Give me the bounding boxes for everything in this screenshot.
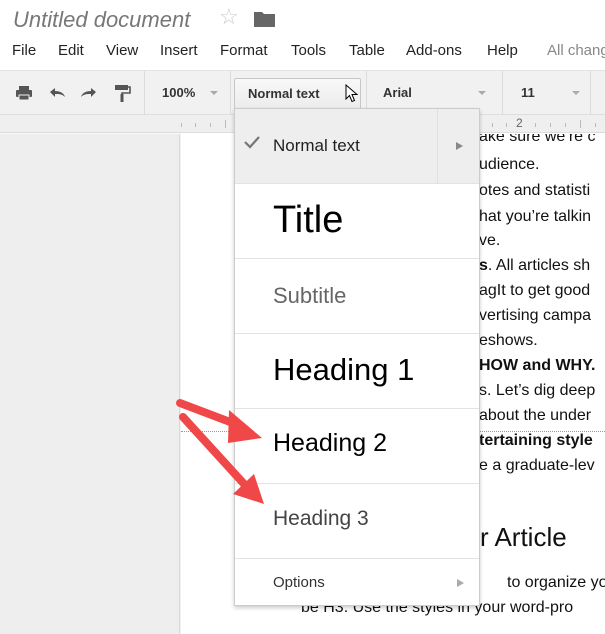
style-option-label: Options xyxy=(273,574,325,591)
ruler-tick xyxy=(580,120,581,128)
doc-text-line: about the under xyxy=(479,407,592,424)
style-option-label: Heading 3 xyxy=(273,507,369,530)
paragraph-style-select[interactable]: Normal text xyxy=(234,78,361,110)
doc-heading: r Article xyxy=(480,522,567,552)
check-icon xyxy=(244,136,260,149)
menu-format[interactable]: Format xyxy=(220,42,268,59)
paint-format-icon[interactable] xyxy=(112,83,132,103)
doc-text-line: to organize you xyxy=(507,574,605,591)
doc-text-line: HOW and WHY. xyxy=(479,357,596,374)
doc-text-line: ve. xyxy=(479,232,501,249)
style-option-label: Heading 1 xyxy=(273,352,415,387)
menu-file[interactable]: File xyxy=(12,42,36,59)
submenu-arrow-icon xyxy=(457,579,464,587)
style-option-label: Normal text xyxy=(273,136,360,155)
ruler-tick xyxy=(210,123,211,127)
style-option-label: Subtitle xyxy=(273,283,347,308)
style-option-label: Title xyxy=(273,199,344,241)
toolbar-divider xyxy=(144,71,145,115)
style-option-title[interactable]: Title xyxy=(235,184,479,259)
ruler-tick xyxy=(595,123,596,127)
paragraph-style-menu: Normal text Title Subtitle Heading 1 Hea… xyxy=(234,108,480,606)
menu-table[interactable]: Table xyxy=(349,42,385,59)
submenu-arrow-icon xyxy=(456,142,463,150)
zoom-dropdown-icon[interactable] xyxy=(210,91,218,95)
canvas-background xyxy=(0,134,180,634)
ruler-tick xyxy=(195,123,196,127)
ruler-tick xyxy=(535,123,536,127)
ruler-tick xyxy=(492,123,493,127)
menu-insert[interactable]: Insert xyxy=(160,42,198,59)
font-select[interactable]: Arial xyxy=(383,85,412,100)
doc-bold-text: s xyxy=(479,257,488,274)
ruler-tick xyxy=(225,120,226,128)
ruler-tick xyxy=(565,123,566,127)
doc-text-rest: . All articles sh xyxy=(487,257,591,274)
font-size-dropdown-icon[interactable] xyxy=(572,91,580,95)
doc-text-line: eshows. xyxy=(479,332,538,349)
paragraph-style-value: Normal text xyxy=(248,86,320,101)
ruler-tick xyxy=(181,123,182,127)
menu-tools[interactable]: Tools xyxy=(291,42,326,59)
style-option-label: Heading 2 xyxy=(273,429,387,457)
folder-icon[interactable] xyxy=(254,11,275,27)
toolbar-divider xyxy=(590,71,591,115)
menu-bar: File Edit View Insert Format Tools Table… xyxy=(0,38,605,64)
menu-view[interactable]: View xyxy=(106,42,138,59)
doc-text-line: ake sure we’re c xyxy=(479,134,596,145)
doc-text-line: e a graduate-lev xyxy=(479,457,595,474)
undo-icon[interactable] xyxy=(47,83,67,103)
doc-text-line: otes and statisti xyxy=(479,182,591,199)
save-status[interactable]: All changes saved in Drive xyxy=(547,42,605,59)
menu-help[interactable]: Help xyxy=(487,42,518,59)
zoom-select[interactable]: 100% xyxy=(162,85,195,100)
doc-text-line: s. All articles sh xyxy=(479,257,590,275)
mouse-cursor-icon xyxy=(345,84,359,103)
ruler-label: 2 xyxy=(516,116,523,130)
font-size-select[interactable]: 11 xyxy=(521,85,535,100)
toolbar-divider xyxy=(502,71,503,115)
style-option-options[interactable]: Options xyxy=(235,559,479,605)
document-title[interactable]: Untitled document xyxy=(13,7,190,33)
ruler-tick xyxy=(506,123,507,127)
style-option-subtitle[interactable]: Subtitle xyxy=(235,259,479,334)
menu-edit[interactable]: Edit xyxy=(58,42,84,59)
menu-add-ons[interactable]: Add-ons xyxy=(406,42,462,59)
print-icon[interactable] xyxy=(14,83,34,103)
star-icon[interactable]: ☆ xyxy=(219,6,239,28)
title-bar: Untitled document ☆ xyxy=(0,0,605,38)
ruler-tick xyxy=(550,123,551,127)
doc-text-line: agIt to get good xyxy=(479,282,591,299)
doc-text-line: vertising campa xyxy=(479,307,592,324)
style-option-heading-2[interactable]: Heading 2 xyxy=(235,409,479,484)
redo-icon[interactable] xyxy=(79,83,99,103)
doc-text-line: s. Let’s dig deep xyxy=(479,382,596,399)
style-option-normal-text[interactable]: Normal text xyxy=(235,109,479,184)
font-dropdown-icon[interactable] xyxy=(478,91,486,95)
style-option-heading-1[interactable]: Heading 1 xyxy=(235,334,479,409)
doc-text-line: udience. xyxy=(479,156,540,173)
style-option-heading-3[interactable]: Heading 3 xyxy=(235,484,479,559)
doc-text-line: tertaining style xyxy=(479,432,593,449)
doc-text-line: hat you’re talkin xyxy=(479,208,592,225)
normal-text-submenu-button[interactable] xyxy=(437,109,479,183)
toolbar-divider xyxy=(230,71,231,115)
